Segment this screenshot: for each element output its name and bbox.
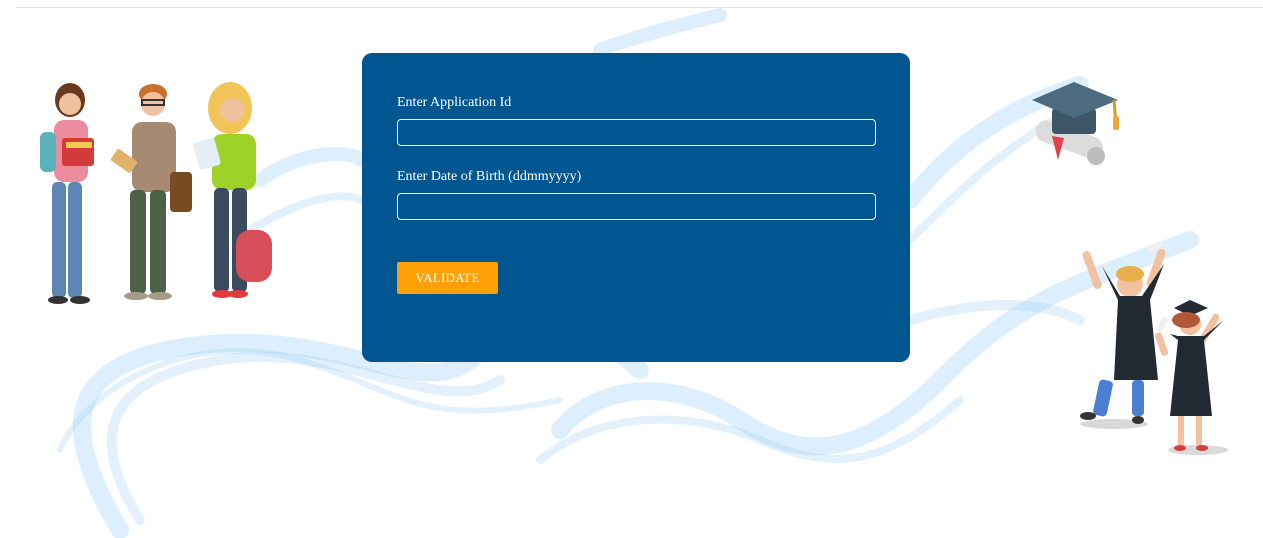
application-id-input[interactable]: [397, 119, 876, 146]
students-illustration: [40, 82, 272, 304]
graduates-illustration: [1080, 240, 1228, 455]
application-id-label: Enter Application Id: [397, 95, 512, 110]
date-of-birth-input[interactable]: [397, 193, 876, 220]
application-login-card: Enter Application Id Enter Date of Birth…: [362, 53, 910, 362]
validate-button[interactable]: VALIDATE: [397, 262, 498, 294]
date-of-birth-label: Enter Date of Birth (ddmmyyyy): [397, 169, 582, 184]
page: Enter Application Id Enter Date of Birth…: [0, 0, 1263, 538]
graduation-cap-icon: [1032, 82, 1119, 165]
